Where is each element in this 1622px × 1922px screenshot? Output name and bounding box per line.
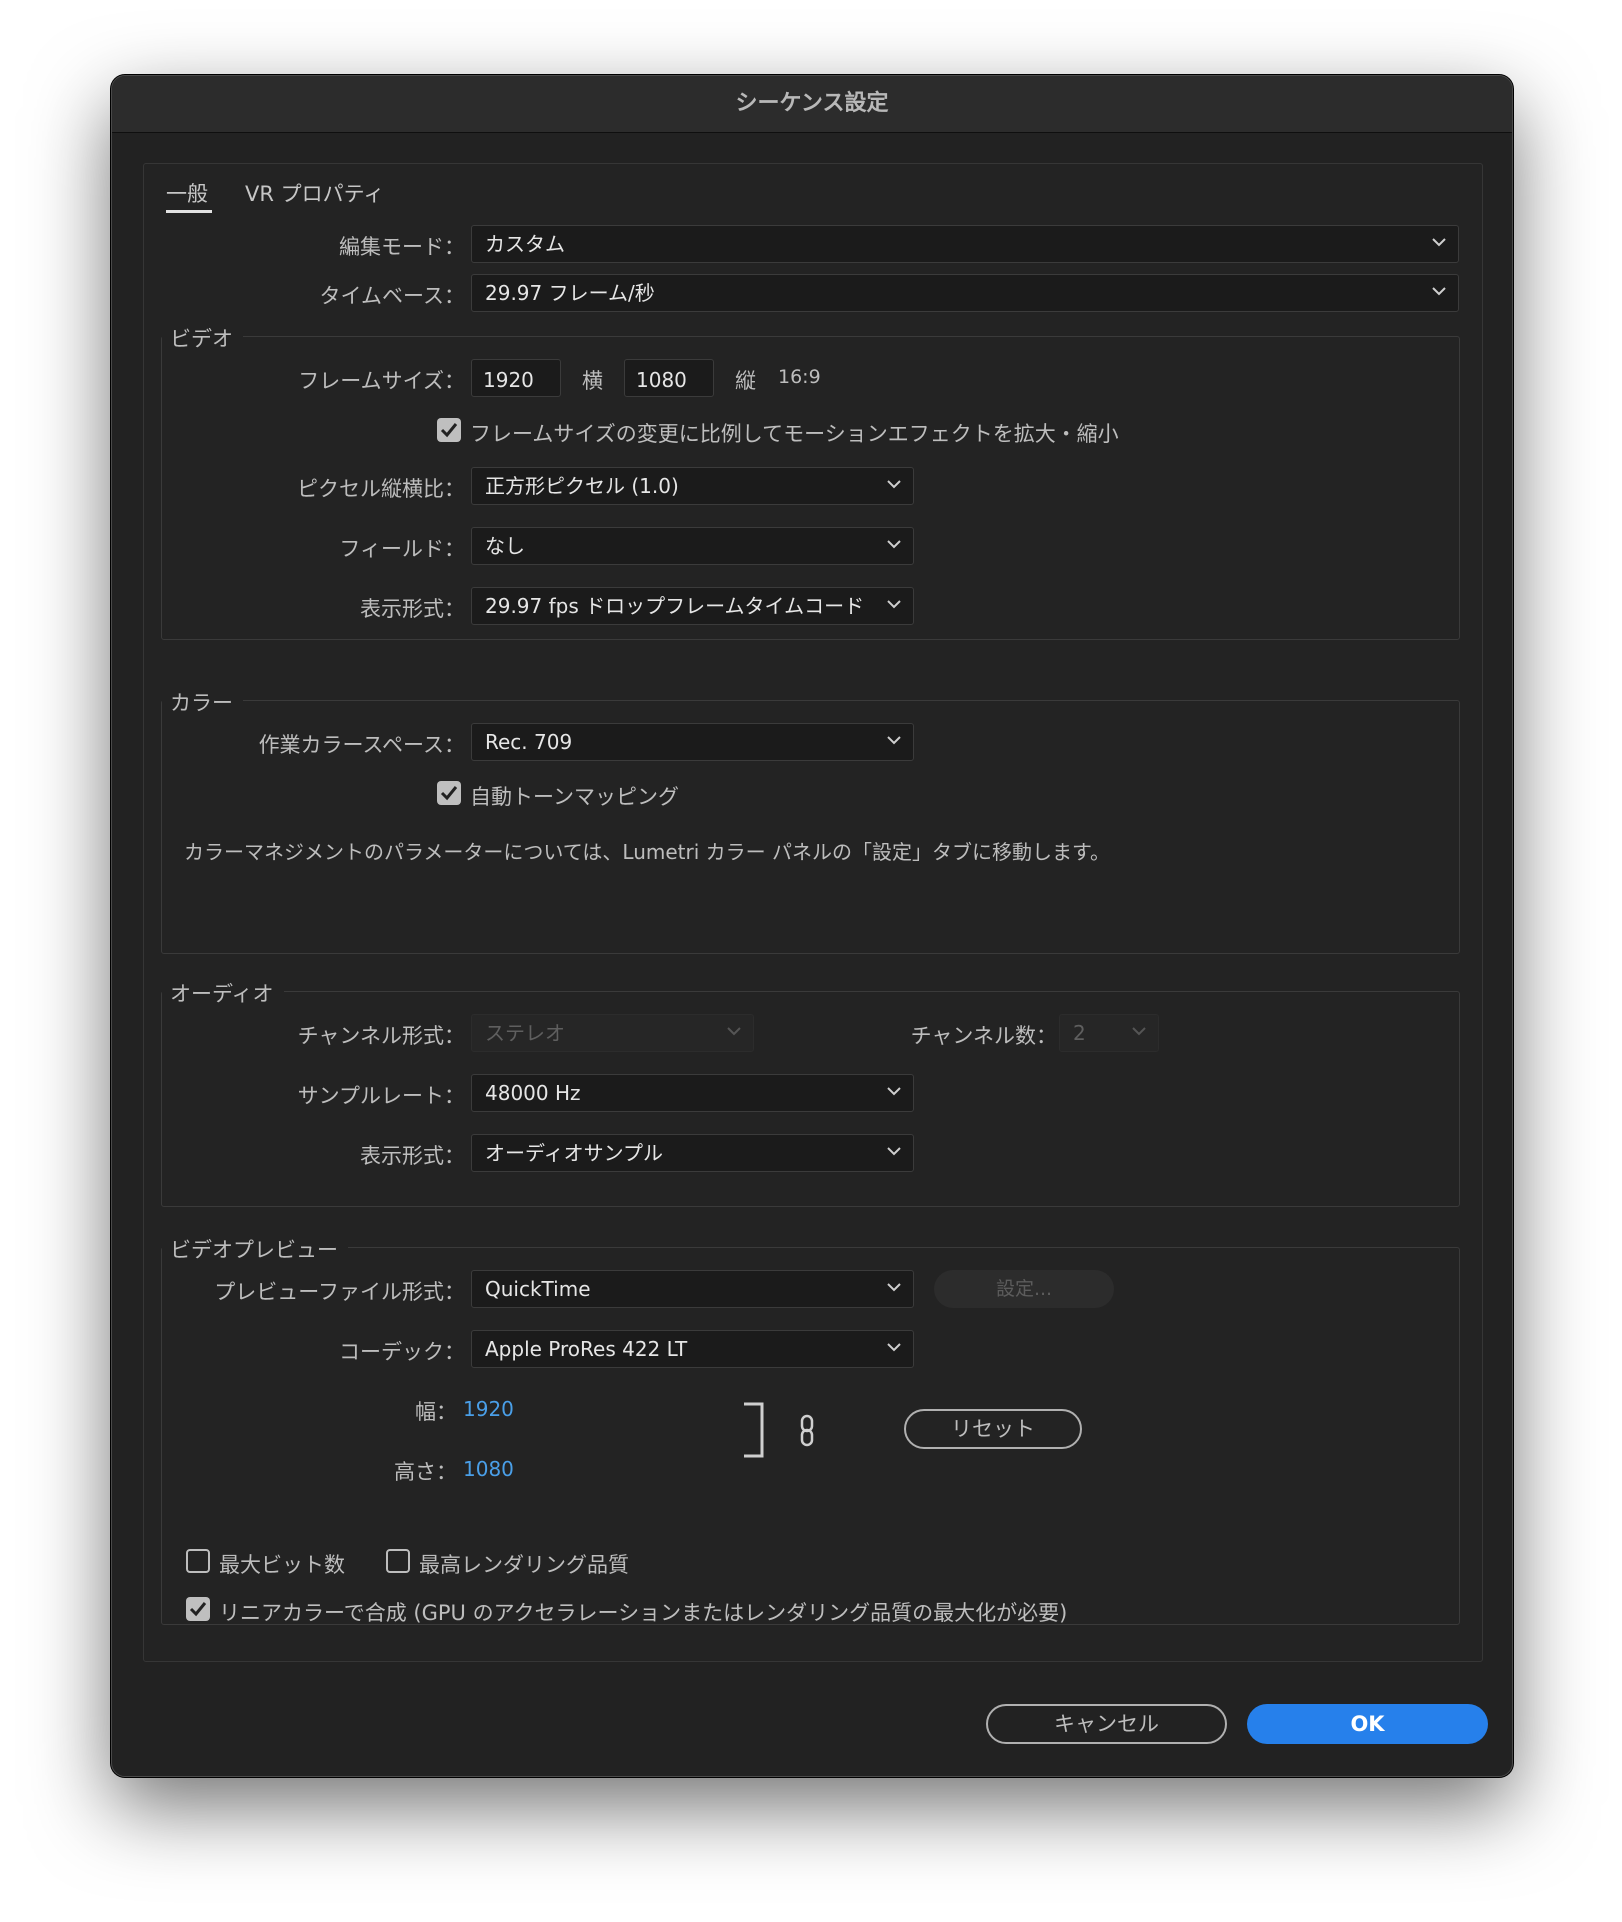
chevron-down-icon xyxy=(727,1027,741,1036)
preview-settings-button: 設定... xyxy=(934,1270,1114,1308)
audio-display-format-label: 表示形式： xyxy=(360,1144,465,1168)
pixel-aspect-value: 正方形ピクセル (1.0) xyxy=(485,474,679,498)
codec-select[interactable]: Apple ProRes 422 LT xyxy=(471,1330,914,1368)
preview-file-format-value: QuickTime xyxy=(485,1277,591,1301)
timebase-value: 29.97 フレーム/秒 xyxy=(485,281,655,305)
aspect-ratio-text: 16:9 xyxy=(778,366,821,388)
channel-count-select: 2 xyxy=(1059,1014,1159,1052)
chevron-down-icon xyxy=(1132,1027,1146,1036)
auto-tone-mapping-checkbox[interactable] xyxy=(437,781,461,805)
max-render-quality-checkbox[interactable] xyxy=(386,1549,410,1573)
tab-vr-properties[interactable]: VR プロパティ xyxy=(245,178,384,208)
ok-button[interactable]: OK xyxy=(1247,1704,1488,1744)
preview-width-label: 幅： xyxy=(415,1400,457,1424)
preview-width-value[interactable]: 1920 xyxy=(463,1397,514,1421)
audio-group-title: オーディオ xyxy=(162,978,284,1008)
codec-value: Apple ProRes 422 LT xyxy=(485,1337,688,1361)
preview-file-format-select[interactable]: QuickTime xyxy=(471,1270,914,1308)
chevron-down-icon xyxy=(887,736,901,745)
chevron-down-icon xyxy=(887,1147,901,1156)
sample-rate-value: 48000 Hz xyxy=(485,1081,581,1105)
channel-count-value: 2 xyxy=(1073,1021,1086,1045)
auto-tone-mapping-label: 自動トーンマッピング xyxy=(470,785,679,809)
linear-color-label: リニアカラーで合成 (GPU のアクセラレーションまたはレンダリング品質の最大化… xyxy=(219,1601,1068,1625)
sample-rate-select[interactable]: 48000 Hz xyxy=(471,1074,914,1112)
chevron-down-icon xyxy=(887,540,901,549)
vertical-label: 縦 xyxy=(735,369,756,393)
fields-value: なし xyxy=(485,534,525,558)
chevron-down-icon xyxy=(887,480,901,489)
edit-mode-value: カスタム xyxy=(485,232,565,256)
fields-label: フィールド： xyxy=(339,537,465,561)
cancel-button[interactable]: キャンセル xyxy=(986,1704,1227,1744)
audio-display-format-value: オーディオサンプル xyxy=(485,1141,663,1165)
video-display-format-value: 29.97 fps ドロップフレームタイムコード xyxy=(485,594,865,618)
dialog-title: シーケンス設定 xyxy=(112,76,1512,133)
color-group-title: カラー xyxy=(162,687,243,717)
codec-label: コーデック： xyxy=(339,1340,465,1364)
max-bit-depth-checkbox[interactable] xyxy=(186,1549,210,1573)
edit-mode-select[interactable]: カスタム xyxy=(471,225,1459,263)
checkmark-icon xyxy=(440,423,458,438)
edit-mode-label: 編集モード： xyxy=(339,235,465,259)
channel-format-label: チャンネル形式： xyxy=(297,1024,465,1048)
fields-select[interactable]: なし xyxy=(471,527,914,565)
bracket-icon xyxy=(744,1402,764,1458)
preview-height-label: 高さ： xyxy=(394,1460,457,1484)
preview-file-format-label: プレビューファイル形式： xyxy=(214,1280,465,1304)
settings-panel: 一般 VR プロパティ 編集モード： カスタム タイムベース： 29.97 フレ… xyxy=(143,163,1483,1662)
pixel-aspect-label: ピクセル縦横比： xyxy=(297,477,465,501)
frame-size-label: フレームサイズ： xyxy=(298,369,465,393)
working-color-space-value: Rec. 709 xyxy=(485,730,573,754)
horizontal-label: 横 xyxy=(582,369,603,393)
chevron-down-icon xyxy=(887,1283,901,1292)
sequence-settings-dialog: シーケンス設定 一般 VR プロパティ 編集モード： カスタム タイムベース： … xyxy=(111,75,1513,1777)
checkmark-icon xyxy=(440,786,458,801)
chevron-down-icon xyxy=(887,600,901,609)
timebase-select[interactable]: 29.97 フレーム/秒 xyxy=(471,274,1459,312)
linear-color-checkbox[interactable] xyxy=(186,1597,210,1621)
max-render-quality-label: 最高レンダリング品質 xyxy=(419,1553,629,1577)
reset-button[interactable]: リセット xyxy=(904,1409,1082,1449)
chevron-down-icon xyxy=(1432,238,1446,247)
scale-motion-checkbox[interactable] xyxy=(437,418,461,442)
chevron-down-icon xyxy=(1432,287,1446,296)
working-color-space-select[interactable]: Rec. 709 xyxy=(471,723,914,761)
scale-motion-label: フレームサイズの変更に比例してモーションエフェクトを拡大・縮小 xyxy=(470,422,1119,446)
tab-general-underline xyxy=(166,210,212,213)
timebase-label: タイムベース： xyxy=(319,284,465,308)
chevron-down-icon xyxy=(887,1343,901,1352)
link-chain-icon[interactable] xyxy=(798,1414,816,1448)
max-bit-depth-label: 最大ビット数 xyxy=(219,1553,345,1577)
channel-format-value: ステレオ xyxy=(485,1021,565,1045)
chevron-down-icon xyxy=(887,1087,901,1096)
audio-display-format-select[interactable]: オーディオサンプル xyxy=(471,1134,914,1172)
channel-format-select: ステレオ xyxy=(471,1014,754,1052)
channel-count-label: チャンネル数： xyxy=(910,1024,1057,1048)
checkmark-icon xyxy=(189,1602,207,1617)
sample-rate-label: サンプルレート： xyxy=(297,1084,465,1108)
color-management-note: カラーマネジメントのパラメーターについては、Lumetri カラー パネルの「設… xyxy=(184,840,1110,864)
video-display-format-select[interactable]: 29.97 fps ドロップフレームタイムコード xyxy=(471,587,914,625)
preview-height-value[interactable]: 1080 xyxy=(463,1457,514,1481)
frame-height-input[interactable]: 1080 xyxy=(624,359,714,397)
working-color-space-label: 作業カラースペース： xyxy=(258,733,465,757)
video-group-title: ビデオ xyxy=(162,323,243,353)
pixel-aspect-select[interactable]: 正方形ピクセル (1.0) xyxy=(471,467,914,505)
video-preview-group-title: ビデオプレビュー xyxy=(162,1234,348,1264)
video-display-format-label: 表示形式： xyxy=(360,597,465,621)
tab-general[interactable]: 一般 xyxy=(166,178,208,208)
frame-width-input[interactable]: 1920 xyxy=(471,359,561,397)
